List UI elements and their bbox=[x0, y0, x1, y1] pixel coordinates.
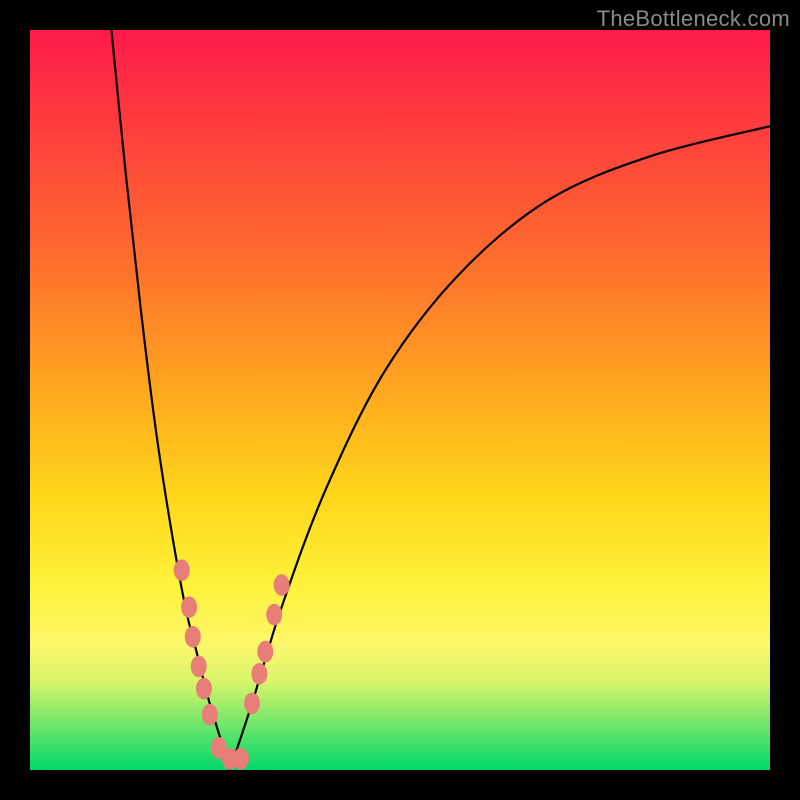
curve-right bbox=[230, 126, 770, 770]
data-marker bbox=[202, 704, 218, 726]
data-marker bbox=[266, 604, 282, 626]
data-marker bbox=[233, 748, 249, 770]
chart-frame: TheBottleneck.com bbox=[0, 0, 800, 800]
data-marker bbox=[196, 678, 212, 700]
data-marker bbox=[174, 559, 190, 581]
watermark-text: TheBottleneck.com bbox=[597, 6, 790, 32]
data-marker bbox=[185, 626, 201, 648]
data-marker bbox=[257, 641, 273, 663]
plot-area bbox=[30, 30, 770, 770]
marker-group bbox=[174, 559, 290, 769]
data-marker bbox=[191, 656, 207, 678]
chart-svg bbox=[30, 30, 770, 770]
curve-left bbox=[111, 30, 229, 770]
data-marker bbox=[244, 693, 260, 715]
data-marker bbox=[251, 663, 267, 685]
data-marker bbox=[181, 596, 197, 618]
data-marker bbox=[274, 574, 290, 596]
